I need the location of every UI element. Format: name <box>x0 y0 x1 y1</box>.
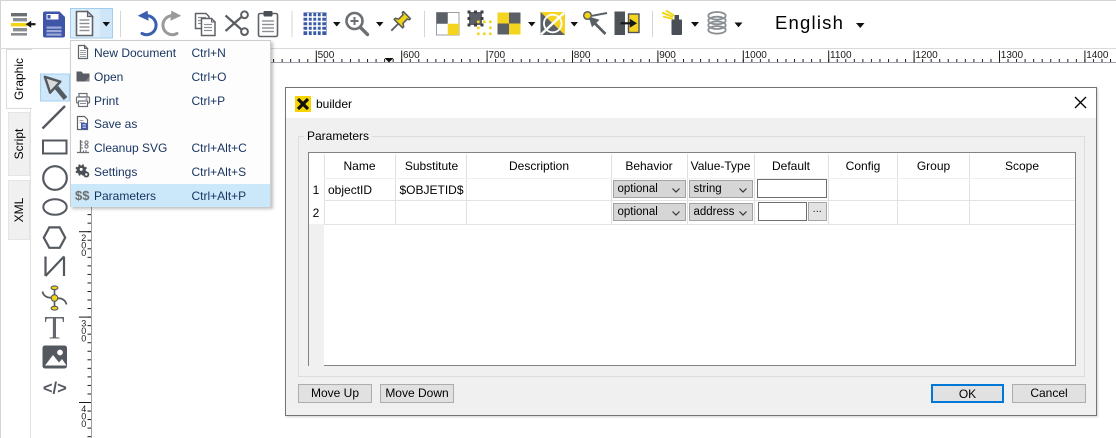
svg-text:1400: 1400 <box>1086 50 1109 61</box>
svg-text:0: 0 <box>81 333 86 343</box>
svg-text:700: 700 <box>488 50 505 61</box>
svg-text:800: 800 <box>574 50 591 61</box>
svg-text:0: 0 <box>81 419 86 429</box>
svg-text:</>: </> <box>43 380 67 398</box>
svg-text:0: 0 <box>81 248 86 258</box>
svg-text:1300: 1300 <box>1001 50 1024 61</box>
svg-text:1000: 1000 <box>745 50 768 61</box>
svg-text:T: T <box>44 311 64 347</box>
svg-text:500: 500 <box>318 50 335 61</box>
svg-text:1200: 1200 <box>915 50 938 61</box>
svg-text:600: 600 <box>403 50 420 61</box>
svg-text:1100: 1100 <box>830 50 852 61</box>
svg-text:900: 900 <box>659 50 676 61</box>
